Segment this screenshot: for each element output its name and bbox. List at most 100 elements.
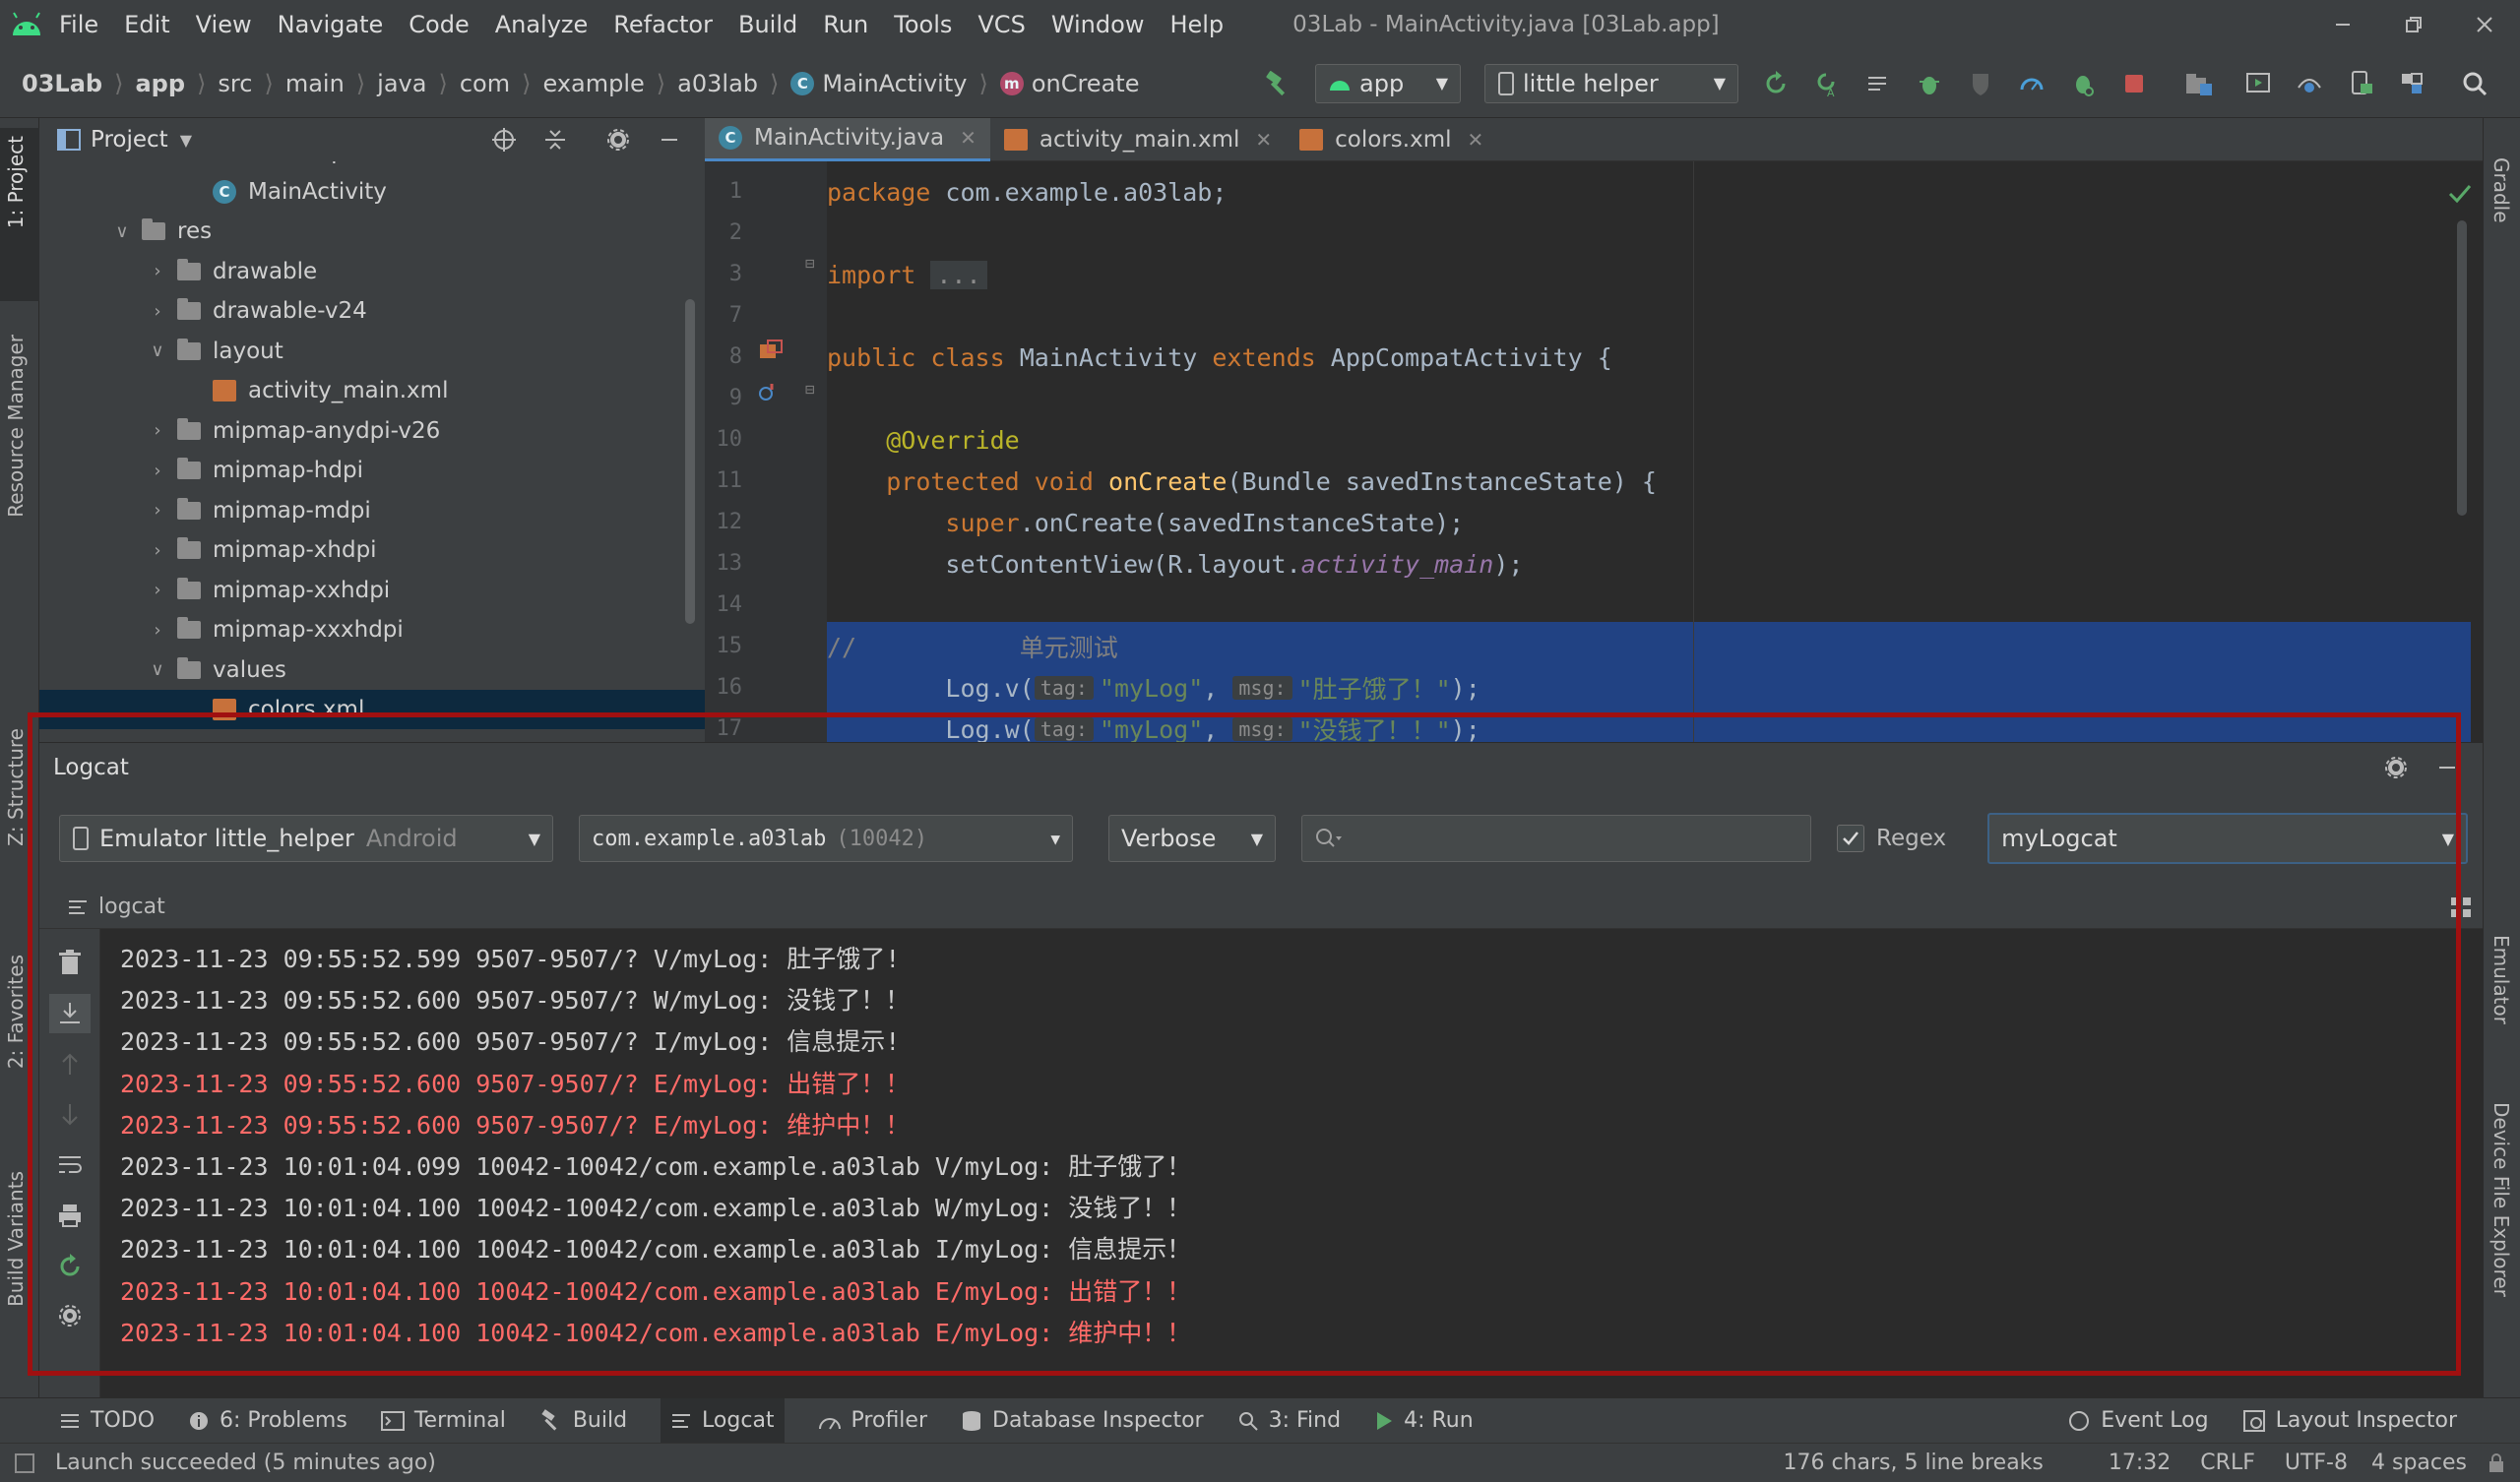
menu-window[interactable]: Window bbox=[1051, 11, 1145, 38]
tab-structure[interactable]: Z: Structure bbox=[4, 728, 28, 846]
close-window-button[interactable] bbox=[2449, 0, 2520, 49]
tree-item[interactable]: activity_main.xml bbox=[183, 371, 448, 410]
tree-item[interactable]: › mipmap-xxhdpi bbox=[148, 571, 390, 610]
trash-icon[interactable] bbox=[57, 949, 83, 976]
chevron-right-icon[interactable]: › bbox=[148, 301, 167, 322]
menu-edit[interactable]: Edit bbox=[124, 11, 169, 38]
menu-navigate[interactable]: Navigate bbox=[278, 11, 384, 38]
breadcrumb-item[interactable]: C MainActivity bbox=[790, 70, 967, 97]
fold-marker-icon[interactable]: ⊟ bbox=[805, 380, 815, 399]
regex-checkbox[interactable]: Regex bbox=[1837, 825, 1946, 852]
scroll-to-end-icon[interactable] bbox=[49, 994, 91, 1033]
gear-icon[interactable] bbox=[2376, 748, 2416, 787]
breadcrumb-item[interactable]: app bbox=[135, 70, 185, 97]
chevron-right-icon[interactable]: › bbox=[148, 500, 167, 521]
sdk-manager-icon[interactable] bbox=[2290, 64, 2329, 103]
tab-build-variants[interactable]: Build Variants bbox=[4, 1171, 28, 1307]
rerun-icon[interactable] bbox=[1756, 64, 1796, 103]
checkbox-checked-icon[interactable] bbox=[1837, 825, 1864, 852]
breadcrumb-item[interactable]: m onCreate bbox=[999, 70, 1139, 97]
tool-window-terminal[interactable]: Terminal bbox=[380, 1398, 506, 1444]
apply-changes-icon[interactable]: A bbox=[1807, 64, 1847, 103]
avd-manager-icon[interactable] bbox=[2238, 64, 2278, 103]
tree-item[interactable]: › drawable-v24 bbox=[148, 291, 367, 331]
attach-debugger-icon[interactable] bbox=[2063, 64, 2103, 103]
device-manager-icon[interactable] bbox=[2341, 64, 2380, 103]
tab-favorites[interactable]: 2: Favorites bbox=[4, 955, 28, 1069]
breadcrumb-item[interactable]: a03lab bbox=[677, 70, 758, 97]
logcat-output[interactable]: 2023-11-23 09:55:52.599 9507-9507/? V/my… bbox=[100, 929, 2483, 1397]
breadcrumb-item[interactable]: 03Lab bbox=[22, 70, 102, 97]
tool-window-4-run[interactable]: 4: Run bbox=[1374, 1398, 1474, 1444]
logcat-subtab[interactable]: logcat bbox=[67, 895, 165, 919]
log-search-input[interactable] bbox=[1301, 815, 1811, 862]
tree-item[interactable]: › mipmap-hdpi bbox=[148, 451, 363, 490]
debug-icon[interactable] bbox=[1910, 64, 1949, 103]
tree-item[interactable]: › mipmap-anydpi-v26 bbox=[148, 411, 440, 451]
run-config-select[interactable]: app ▼ bbox=[1315, 63, 1461, 103]
chevron-right-icon[interactable]: › bbox=[148, 620, 167, 641]
no-problems-check-icon[interactable] bbox=[2447, 183, 2473, 205]
tree-item[interactable]: colors.xml bbox=[39, 690, 705, 729]
hide-panel-icon[interactable] bbox=[650, 120, 689, 159]
menu-analyze[interactable]: Analyze bbox=[495, 11, 589, 38]
device-filter-select[interactable]: Emulator little_helper Android ▼ bbox=[59, 815, 553, 862]
editor-tab-mainactivity[interactable]: C MainActivity.java ✕ bbox=[705, 117, 990, 161]
breadcrumb-item[interactable]: java bbox=[377, 70, 426, 97]
lock-icon[interactable] bbox=[2487, 1452, 2506, 1474]
layout-options-icon[interactable] bbox=[2449, 895, 2473, 919]
tool-window-todo[interactable]: TODO bbox=[59, 1398, 155, 1444]
chevron-down-icon[interactable]: ∨ bbox=[148, 659, 167, 680]
status-caret-position[interactable]: 17:32 bbox=[2109, 1451, 2171, 1475]
project-scrollbar[interactable] bbox=[685, 299, 695, 624]
arrow-down-icon[interactable] bbox=[57, 1102, 83, 1128]
process-filter-select[interactable]: com.example.a03lab (10042) ▼ bbox=[579, 815, 1073, 862]
chevron-right-icon[interactable]: › bbox=[148, 461, 167, 481]
menu-refactor[interactable]: Refactor bbox=[613, 11, 713, 38]
menu-run[interactable]: Run bbox=[823, 11, 868, 38]
status-message[interactable]: Launch succeeded (5 minutes ago) bbox=[55, 1451, 436, 1475]
tool-window-event-log[interactable]: Event Log bbox=[2067, 1398, 2209, 1444]
editor-gutter[interactable]: 1 2 3 7 8 9 10 11 12 13 14 15 16 17 bbox=[705, 161, 827, 742]
menu-code[interactable]: Code bbox=[409, 11, 469, 38]
list-run-icon[interactable] bbox=[1858, 64, 1898, 103]
device-select[interactable]: little helper ▼ bbox=[1484, 63, 1738, 103]
status-line-separator[interactable]: CRLF bbox=[2200, 1451, 2255, 1475]
breadcrumb-item[interactable]: main bbox=[285, 70, 345, 97]
tool-window-profiler[interactable]: Profiler bbox=[818, 1398, 927, 1444]
log-level-select[interactable]: Verbose ▼ bbox=[1108, 815, 1276, 862]
tool-window-6-problems[interactable]: 6: Problems bbox=[188, 1398, 347, 1444]
menu-tools[interactable]: Tools bbox=[894, 11, 952, 38]
status-encoding[interactable]: UTF-8 bbox=[2285, 1451, 2348, 1475]
menu-file[interactable]: File bbox=[59, 11, 98, 38]
stop-icon[interactable] bbox=[2114, 64, 2154, 103]
gear-icon[interactable] bbox=[598, 120, 638, 159]
tool-window-logcat[interactable]: Logcat bbox=[661, 1397, 785, 1444]
chevron-down-icon[interactable]: ∨ bbox=[148, 340, 167, 361]
tab-gradle[interactable]: Gradle bbox=[2489, 157, 2513, 223]
editor-tab-colors[interactable]: colors.xml ✕ bbox=[1286, 118, 1497, 161]
chevron-right-icon[interactable]: › bbox=[148, 540, 167, 561]
search-icon[interactable] bbox=[2455, 64, 2494, 103]
close-icon[interactable]: ✕ bbox=[1255, 128, 1272, 152]
tree-item[interactable]: › mipmap-xhdpi bbox=[148, 530, 377, 570]
tree-item[interactable]: ∨ res bbox=[112, 212, 212, 251]
profile-icon[interactable] bbox=[2012, 64, 2051, 103]
menu-build[interactable]: Build bbox=[738, 11, 797, 38]
breadcrumb-item[interactable]: com bbox=[460, 70, 510, 97]
chevron-right-icon[interactable]: › bbox=[148, 261, 167, 281]
editor-tab-activity-main[interactable]: activity_main.xml ✕ bbox=[990, 118, 1286, 161]
project-panel-title[interactable]: Project bbox=[91, 127, 168, 153]
status-panel-toggle-icon[interactable] bbox=[14, 1452, 35, 1474]
tab-emulator[interactable]: Emulator bbox=[2489, 935, 2513, 1024]
tree-item[interactable]: ∨ values bbox=[148, 650, 286, 690]
breadcrumb-item[interactable]: example bbox=[542, 70, 644, 97]
coverage-icon[interactable] bbox=[1961, 64, 2000, 103]
collapse-all-icon[interactable] bbox=[536, 120, 575, 159]
fold-marker-icon[interactable]: ⊟ bbox=[805, 254, 815, 273]
hammer-icon[interactable] bbox=[1258, 64, 1297, 103]
project-structure-icon[interactable] bbox=[2392, 64, 2431, 103]
chevron-right-icon[interactable]: › bbox=[148, 420, 167, 441]
tab-resource-manager[interactable]: Resource Manager bbox=[4, 335, 28, 518]
restart-icon[interactable] bbox=[57, 1254, 83, 1279]
